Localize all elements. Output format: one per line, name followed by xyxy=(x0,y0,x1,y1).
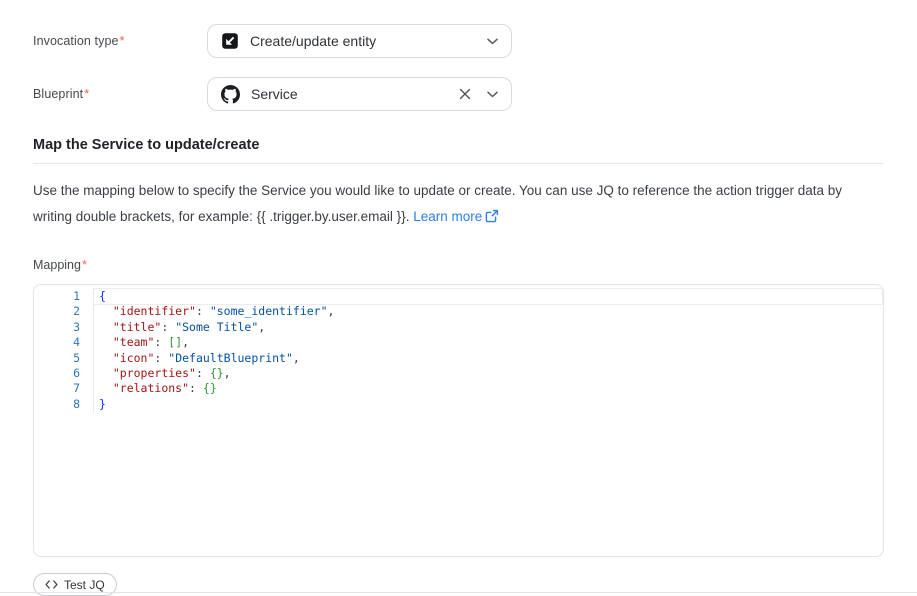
learn-more-link[interactable]: Learn more xyxy=(413,209,499,224)
line-number: 4 xyxy=(34,335,93,350)
line-number: 7 xyxy=(34,381,93,396)
mapping-field-label: Mapping* xyxy=(33,258,884,272)
code-line[interactable]: "title": "Some Title", xyxy=(93,320,883,335)
bottom-divider xyxy=(0,592,917,593)
line-number: 2 xyxy=(34,304,93,319)
blueprint-select[interactable]: Service xyxy=(207,77,512,111)
blueprint-value: Service xyxy=(251,86,459,102)
section-divider xyxy=(33,163,884,164)
mapping-label-text: Mapping xyxy=(33,258,81,272)
blueprint-row: Blueprint* Service xyxy=(33,77,884,111)
invocation-type-select[interactable]: Create/update entity xyxy=(207,24,512,58)
code-line[interactable]: "icon": "DefaultBlueprint", xyxy=(93,351,883,366)
external-link-icon xyxy=(485,211,499,226)
mapping-code-editor[interactable]: 12345678 { "identifier": "some_identifie… xyxy=(33,284,884,557)
line-number: 8 xyxy=(34,397,93,412)
line-number: 5 xyxy=(34,351,93,366)
invocation-type-label-text: Invocation type xyxy=(33,34,119,48)
required-asterisk: * xyxy=(84,87,89,101)
editor-code-lines[interactable]: { "identifier": "some_identifier", "titl… xyxy=(93,285,883,556)
clear-selection-icon[interactable] xyxy=(459,88,471,100)
code-line[interactable]: "properties": {}, xyxy=(93,366,883,381)
invocation-type-row: Invocation type* Create/update entity xyxy=(33,24,884,58)
code-brackets-icon xyxy=(45,580,58,589)
code-line[interactable]: "relations": {} xyxy=(93,381,883,396)
code-line[interactable]: } xyxy=(93,397,883,412)
learn-more-label: Learn more xyxy=(413,209,482,224)
entity-square-arrow-icon xyxy=(221,32,239,50)
required-asterisk: * xyxy=(120,34,125,48)
chevron-down-icon[interactable] xyxy=(487,38,498,45)
action-mapping-form: Invocation type* Create/update entity Bl… xyxy=(0,0,917,596)
mapping-description: Use the mapping below to specify the Ser… xyxy=(33,178,884,232)
chevron-down-icon[interactable] xyxy=(487,91,498,98)
blueprint-label: Blueprint* xyxy=(33,87,207,101)
section-title: Map the Service to update/create xyxy=(33,137,884,153)
line-number: 6 xyxy=(34,366,93,381)
invocation-type-label: Invocation type* xyxy=(33,34,207,48)
editor-gutter: 12345678 xyxy=(34,285,93,556)
invocation-type-value: Create/update entity xyxy=(250,33,487,49)
line-number: 1 xyxy=(34,289,93,304)
test-jq-label: Test JQ xyxy=(64,578,105,592)
blueprint-label-text: Blueprint xyxy=(33,87,83,101)
code-line[interactable]: "identifier": "some_identifier", xyxy=(93,304,883,319)
required-asterisk: * xyxy=(82,258,87,272)
code-line[interactable]: { xyxy=(93,289,883,304)
github-icon xyxy=(221,85,240,104)
code-line[interactable]: "team": [], xyxy=(93,335,883,350)
line-number: 3 xyxy=(34,320,93,335)
